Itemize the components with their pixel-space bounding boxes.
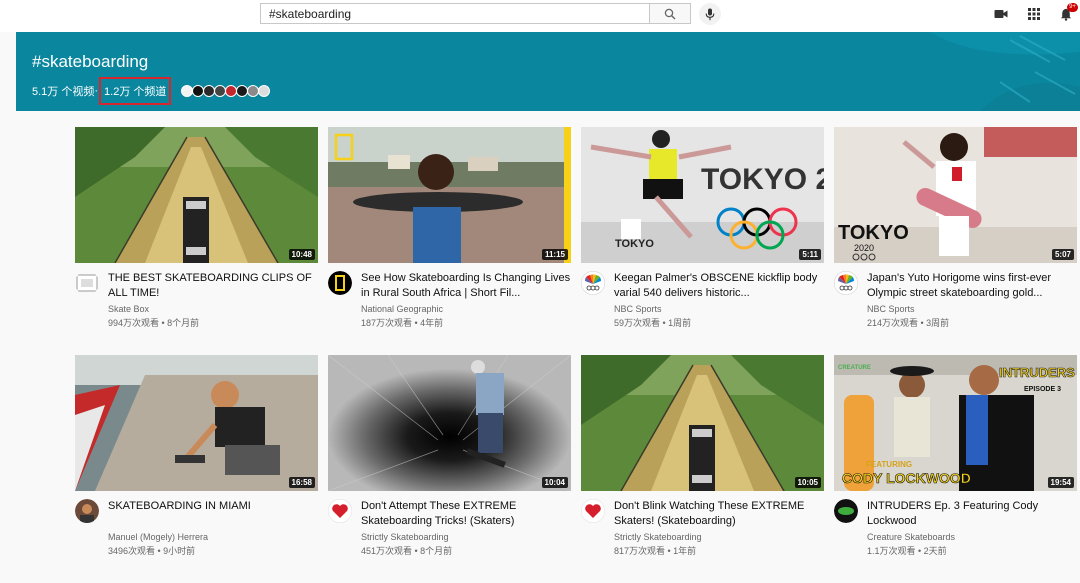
video-stats: 59万次观看 • 1周前	[614, 318, 692, 328]
video-thumbnail[interactable]: INTRUDERS EPISODE 3 FEATURING CODY LOCKW…	[834, 355, 1077, 491]
channel-avatar[interactable]	[75, 271, 99, 295]
video-meta: Don't Blink Watching These EXTREME Skate…	[581, 499, 824, 561]
video-duration: 11:15	[541, 249, 568, 260]
channel-name[interactable]: Strictly Skateboarding	[361, 532, 449, 542]
video-stats: 451万次观看 • 8个月前	[361, 546, 453, 556]
video-title[interactable]: Japan's Yuto Horigome wins first-ever Ol…	[867, 271, 1077, 301]
video-card[interactable]: 11:15 See How Skateboarding Is Changing …	[328, 127, 571, 333]
video-thumbnail[interactable]: TOKYO 2020 5:07	[834, 127, 1077, 263]
video-stats: 817万次观看 • 1年前	[614, 546, 697, 556]
thumb-intruders-text: INTRUDERS	[999, 365, 1075, 380]
search-button[interactable]	[649, 3, 691, 24]
thumb-featuring-text: FEATURING	[866, 460, 912, 469]
video-meta: Don't Attempt These EXTREME Skateboardin…	[328, 499, 571, 561]
channel-name[interactable]: NBC Sports	[614, 304, 662, 314]
channel-name[interactable]: Creature Skateboards	[867, 532, 955, 542]
channel-avatar[interactable]	[75, 499, 99, 523]
thumb-creature-text: CREATURE	[838, 365, 871, 371]
channel-avatar[interactable]	[834, 271, 858, 295]
notification-count-badge: 9+	[1067, 3, 1078, 12]
video-count: 5.1万 个视频	[32, 86, 95, 98]
video-title[interactable]: INTRUDERS Ep. 3 Featuring Cody Lockwood	[867, 499, 1077, 529]
video-title[interactable]: See How Skateboarding Is Changing Lives …	[361, 271, 571, 301]
video-meta: Japan's Yuto Horigome wins first-ever Ol…	[834, 271, 1077, 333]
video-duration: 10:04	[541, 477, 568, 488]
video-card[interactable]: 16:58 SKATEBOARDING IN MIAMI Manuel (Mog…	[75, 355, 318, 561]
hashtag-title: #skateboarding	[32, 52, 149, 71]
video-thumbnail[interactable]: 16:58	[75, 355, 318, 491]
video-stats: 1.1万次观看 • 2天前	[867, 546, 947, 556]
video-card[interactable]: 10:05 Don't Blink Watching These EXTREME…	[581, 355, 824, 561]
channel-avatar[interactable]	[328, 271, 352, 295]
video-thumbnail[interactable]: 11:15	[328, 127, 571, 263]
video-stats: 187万次观看 • 4年前	[361, 318, 444, 328]
video-title[interactable]: THE BEST SKATEBOARDING CLIPS OF ALL TIME…	[108, 271, 318, 301]
video-thumbnail[interactable]: 10:04	[328, 355, 571, 491]
video-card[interactable]: 10:48 THE BEST SKATEBOARDING CLIPS OF AL…	[75, 127, 318, 333]
hashtag-stats: 5.1万 个视频 · 1.2万 个频道	[32, 77, 271, 105]
thumb-episode-text: EPISODE 3	[1024, 386, 1061, 393]
channel-avatar-strip	[181, 85, 271, 97]
apps-grid-icon	[1028, 8, 1040, 20]
video-card[interactable]: INTRUDERS EPISODE 3 FEATURING CODY LOCKW…	[834, 355, 1077, 561]
channel-avatar	[258, 85, 271, 97]
search-input[interactable]	[260, 3, 649, 24]
video-title[interactable]: SKATEBOARDING IN MIAMI	[108, 499, 318, 514]
banner-decoration	[930, 32, 1080, 111]
video-title[interactable]: Keegan Palmer's OBSCENE kickflip body va…	[614, 271, 824, 301]
search-icon	[664, 8, 676, 19]
channel-avatar[interactable]	[581, 271, 605, 295]
apps-button[interactable]	[1026, 6, 1042, 22]
hashtag-header: #skateboarding 5.1万 个视频 · 1.2万 个频道	[16, 32, 1080, 111]
video-duration: 19:54	[1047, 477, 1074, 488]
channel-avatar[interactable]	[581, 499, 605, 523]
video-meta: Keegan Palmer's OBSCENE kickflip body va…	[581, 271, 824, 333]
video-duration: 10:48	[288, 249, 315, 260]
microphone-icon	[705, 8, 715, 20]
video-thumbnail[interactable]: TOKYO 2020 TOKYO 5:11	[581, 127, 824, 263]
video-meta: SKATEBOARDING IN MIAMI Manuel (Mogely) H…	[75, 499, 318, 561]
thumb-cody-text: CODY LOCKWOOD	[842, 470, 971, 486]
video-thumbnail[interactable]: 10:05	[581, 355, 824, 491]
video-camera-icon	[994, 10, 1008, 18]
thumb-nbc-year-text: 2020	[854, 243, 874, 253]
create-video-button[interactable]	[993, 6, 1009, 22]
channel-name[interactable]: NBC Sports	[867, 304, 915, 314]
channel-avatar[interactable]	[834, 499, 858, 523]
thumb-tokyo-text: TOKYO 2020	[701, 163, 824, 196]
video-stats: 994万次观看 • 8个月前	[108, 318, 200, 328]
video-meta: See How Skateboarding Is Changing Lives …	[328, 271, 571, 333]
channel-avatar[interactable]	[328, 499, 352, 523]
video-meta: INTRUDERS Ep. 3 Featuring Cody Lockwood …	[834, 499, 1077, 561]
video-stats: 214万次观看 • 3周前	[867, 318, 950, 328]
video-card[interactable]: TOKYO 2020 5:07 Japan's Yuto Horigome wi…	[834, 127, 1077, 333]
thumb-nbc-tokyo-text: TOKYO	[615, 238, 654, 250]
stats-separator: ·	[94, 85, 99, 97]
video-card[interactable]: TOKYO 2020 TOKYO 5:11	[581, 127, 824, 333]
video-card[interactable]: 10:04 Don't Attempt These EXTREME Skateb…	[328, 355, 571, 561]
video-duration: 5:07	[1051, 249, 1074, 260]
channel-name[interactable]: National Geographic	[361, 304, 443, 314]
channel-name[interactable]: Skate Box	[108, 304, 149, 314]
video-meta: THE BEST SKATEBOARDING CLIPS OF ALL TIME…	[75, 271, 318, 333]
video-title[interactable]: Don't Attempt These EXTREME Skateboardin…	[361, 499, 571, 529]
channel-name[interactable]: Manuel (Mogely) Herrera	[108, 532, 208, 542]
video-title[interactable]: Don't Blink Watching These EXTREME Skate…	[614, 499, 824, 529]
video-stats: 3496次观看 • 9小时前	[108, 546, 196, 556]
channel-name[interactable]: Strictly Skateboarding	[614, 532, 702, 542]
top-bar: 9+	[0, 0, 1080, 32]
video-duration: 10:05	[794, 477, 821, 488]
thumb-nbc-tokyo-text: TOKYO	[838, 222, 909, 244]
video-thumbnail[interactable]: 10:48	[75, 127, 318, 263]
channel-count: 1.2万 个频道	[99, 77, 172, 105]
voice-search-button[interactable]	[699, 3, 721, 25]
video-duration: 16:58	[288, 477, 315, 488]
video-duration: 5:11	[799, 249, 821, 260]
